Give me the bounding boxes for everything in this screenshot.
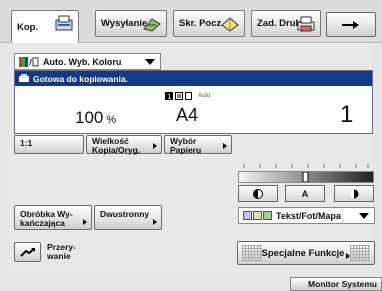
chevron-right-icon [346,253,351,259]
density-slider[interactable] [238,171,374,183]
photo-mode-icon [253,211,262,220]
tab-send-label: Wysyłanie [101,18,148,29]
density-thumb [302,172,309,182]
right-arrow-icon [342,20,359,29]
zoom-unit: % [106,114,117,126]
interrupt-button[interactable] [14,242,41,262]
color-swatch-icon: / [19,56,39,67]
copy-ratio-button[interactable]: Wielkość Kopia/Oryg. [86,135,162,155]
paper-select-button[interactable]: Wybór Papieru [164,135,232,155]
special-functions-label: Specjalne Funkcje [261,247,345,259]
copier-status-icon [19,74,29,82]
function-tab-bar: Kop. Wysyłanie Skr. Pocz. Zad. Druku [0,0,382,43]
chevron-down-icon [359,213,369,219]
interrupt-label: Przery- wanie [47,243,76,261]
ratio-1-1-label: 1:1 [20,138,33,148]
copy-icon [55,15,73,31]
system-monitor-button[interactable]: Monitor Systemu [290,277,382,291]
chevron-right-icon [83,219,87,225]
copy-count: 1 [340,101,354,128]
density-scale [243,164,369,168]
text-mode-icon [243,211,252,220]
system-monitor-label: Monitor Systemu [308,279,377,289]
drawer-1-icon: 1 [165,92,173,100]
chevron-right-icon [153,143,157,149]
map-mode-icon [263,211,272,220]
density-auto-button[interactable]: A [285,185,325,202]
paper-select-label-2: Papieru [170,145,202,155]
chevron-down-icon [145,59,155,65]
svg-text:/: / [29,58,32,67]
color-mode-select[interactable]: / Auto. Wyb. Koloru [14,53,161,70]
special-functions-button[interactable]: Specjalne Funkcje [237,241,375,265]
finishing-label-2: kańczająca [20,218,65,228]
duplex-label: Dwustronny [100,209,150,219]
copy-ratio-label-2: Kopia/Oryg. [92,145,141,155]
status-message: Gotowa do kopiowania. [33,73,128,84]
original-type-select[interactable]: Tekst/Fot/Mapa [238,207,375,224]
status-display: Gotowa do kopiowania. 100% 1 Auto A4 1 [14,70,373,134]
tab-mailbox[interactable]: Skr. Pocz. [173,10,245,37]
tab-copy[interactable]: Kop. [11,10,79,43]
density-auto-label: A [301,188,309,199]
finishing-button[interactable]: Obróbka Wy- kańczająca [14,205,92,230]
interrupt-label-2: wanie [47,251,71,261]
darker-icon [349,189,359,198]
paper-tray-icon [175,92,183,100]
copier-screen: Kop. Wysyłanie Skr. Pocz. Zad. Druku / A… [0,0,382,291]
paper-auto-label: Auto [198,93,211,99]
duplex-button[interactable]: Dwustronny [94,205,162,230]
next-tab-button[interactable] [326,12,376,37]
paper-size-readout: A4 [176,105,199,125]
tab-print-jobs[interactable]: Zad. Druku [251,10,321,37]
send-icon [143,18,161,32]
tab-mailbox-label: Skr. Pocz. [179,18,224,29]
svg-text:1: 1 [167,93,171,100]
print-icon [297,16,315,32]
density-darker-button[interactable] [334,185,374,202]
chevron-right-icon [153,219,157,225]
ratio-1-1-button[interactable]: 1:1 [14,135,84,154]
paper-source-indicator: 1 Auto [165,92,210,100]
original-type-label: Tekst/Fot/Mapa [276,210,341,221]
status-bar: Gotowa do kopiowania. [15,71,372,86]
chevron-right-icon [223,143,227,149]
tab-send[interactable]: Wysyłanie [95,10,167,37]
interrupt-icon [20,248,35,257]
mailbox-icon [221,17,239,32]
density-gradient [239,172,373,182]
paper-sheet-icon [185,92,192,100]
lighter-icon [253,188,263,199]
zoom-readout: 100% [75,108,116,128]
color-mode-label: Auto. Wyb. Koloru [43,56,122,67]
tab-copy-label: Kop. [17,21,39,33]
density-lighter-button[interactable] [238,185,278,202]
zoom-value: 100 [75,108,104,127]
